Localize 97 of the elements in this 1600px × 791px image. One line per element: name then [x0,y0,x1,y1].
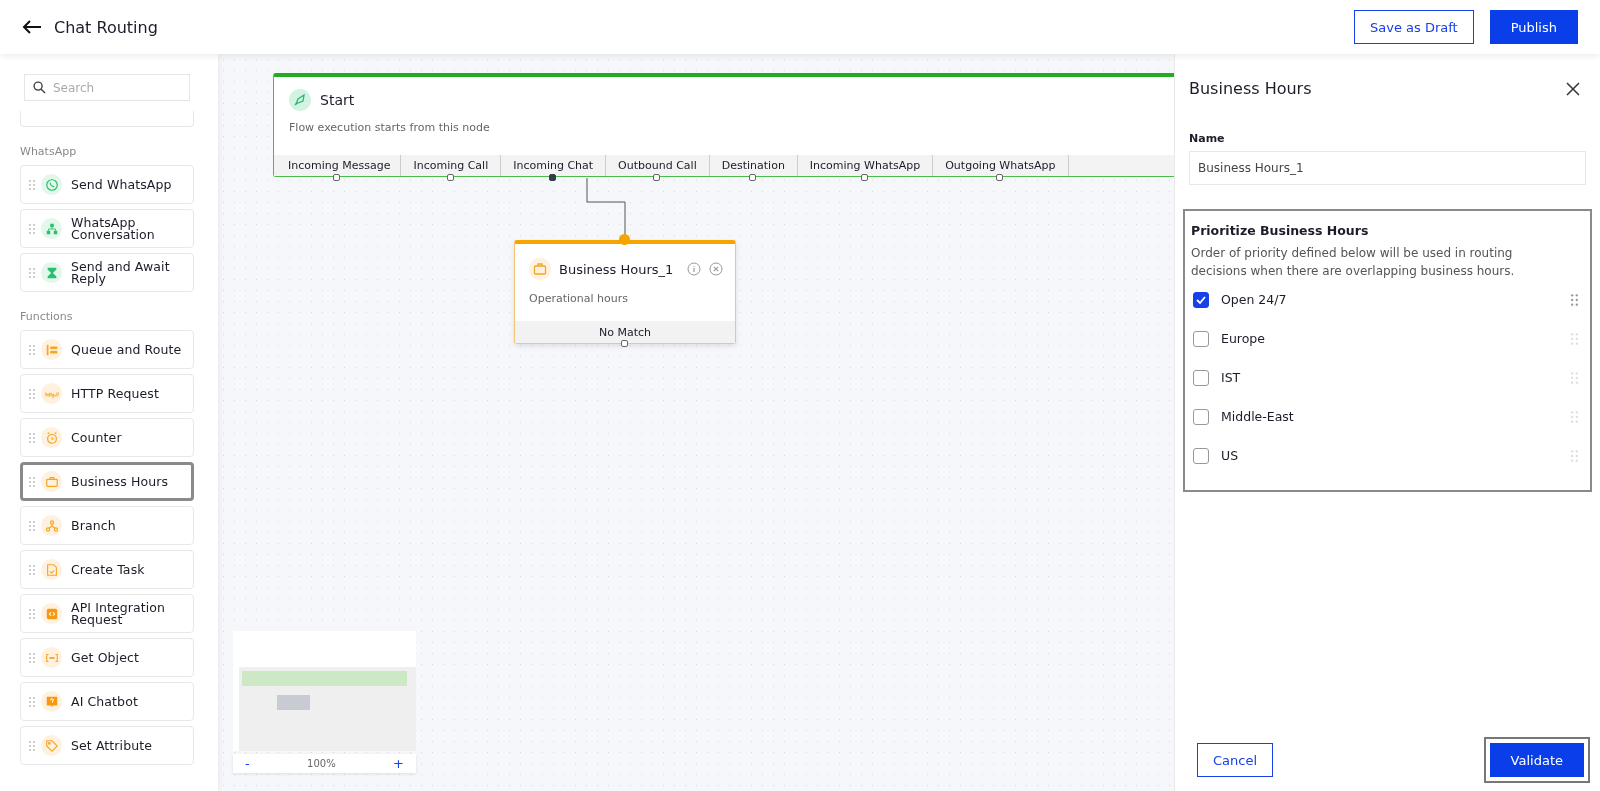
sidebar-item[interactable]: Counter [20,418,194,457]
drag-handle-icon[interactable] [1571,293,1578,306]
info-icon[interactable] [687,262,701,276]
brackets-icon [41,647,62,668]
output-label: Incoming Chat [513,159,594,172]
option-label: Open 24/7 [1221,292,1288,307]
checkbox[interactable] [1193,330,1209,347]
drag-handle-icon [29,608,35,619]
close-icon[interactable] [1566,81,1580,96]
option-label: US [1221,448,1240,463]
option-label: IST [1221,370,1242,385]
sidebar-item[interactable]: Set Attribute [20,726,194,765]
sidebar-item[interactable]: API Integration Request [20,594,194,633]
output-port[interactable] [446,174,454,181]
node-title: Start [320,92,355,108]
sidebar-item[interactable]: Send and Await Reply [20,253,194,292]
input-port[interactable] [619,234,630,245]
drag-handle-icon [29,388,35,399]
queue-icon [41,339,62,360]
zoom-out-button[interactable]: - [243,757,252,770]
sidebar-item[interactable]: AI Chatbot [20,682,194,721]
briefcase-icon [529,258,551,280]
option-label: Europe [1221,331,1266,346]
drag-handle-icon [29,223,35,234]
link-icon [41,383,62,404]
drag-handle-icon [29,432,35,443]
drag-handle-icon [29,476,35,487]
checkbox[interactable] [1193,369,1209,386]
zoom-in-button[interactable]: + [391,757,406,770]
drag-handle-icon[interactable] [1571,332,1578,345]
output-label: Incoming Message [288,159,391,172]
sidebar-item[interactable]: Business Hours [20,462,194,501]
node-description: Flow execution starts from this node [288,120,491,134]
node-description: Operational hours [528,291,629,305]
panel-title: Business Hours [1189,79,1312,98]
search-field[interactable]: Search [24,74,190,101]
publish-button[interactable]: Publish [1489,10,1578,44]
output-label: Incoming WhatsApp [809,159,921,172]
drag-handle-icon[interactable] [1571,449,1578,462]
document-check-icon [41,559,62,580]
tag-icon [41,735,62,756]
drag-handle-icon [29,740,35,751]
checkbox[interactable] [1193,447,1209,464]
output-port[interactable] [861,174,869,181]
back-arrow-icon[interactable] [22,19,42,35]
drag-handle-icon [29,179,35,190]
sidebar-item[interactable]: Create Task [20,550,194,589]
section-label: Functions [20,310,74,323]
draft-button[interactable]: Save as Draft [1353,10,1474,44]
business-hours-node[interactable]: Business Hours_1 Operational hours No Match [514,240,736,344]
alarm-clock-icon [41,427,62,448]
output-port[interactable] [653,174,661,181]
code-icon [41,603,62,624]
output-label: Outbound Call [618,159,697,172]
output-label: Destination [721,159,785,172]
page-title: Chat Routing [54,17,158,37]
question-bubble-icon [41,691,62,712]
rocket-icon [289,89,311,111]
cancel-button[interactable]: Cancel [1197,743,1274,777]
name-field[interactable]: Business Hours_1 [1189,151,1586,185]
sidebar-item[interactable]: WhatsApp Conversation [20,209,194,248]
section-description: Order of priority defined below will be used in routing decisions when there are overlapping business hours. [1191,245,1516,280]
hierarchy-icon [41,218,62,239]
option-label: Middle-East [1221,409,1295,424]
drag-handle-icon [29,564,35,575]
briefcase-icon [41,471,62,492]
sidebar-item[interactable]: Queue and Route [20,330,194,369]
output-port[interactable] [996,174,1004,181]
minimap[interactable] [233,631,416,751]
branch-icon [41,515,62,536]
checkbox[interactable] [1193,291,1209,308]
drag-handle-icon[interactable] [1571,371,1578,384]
checkbox[interactable] [1193,408,1209,425]
drag-handle-icon [29,652,35,663]
field-label: Name [1189,132,1226,145]
sidebar-item[interactable]: Send WhatsApp [20,165,194,204]
sidebar-item[interactable]: Branch [20,506,194,545]
output-label: Outgoing WhatsApp [945,159,1056,172]
hourglass-icon [41,262,62,283]
drag-handle-icon [29,696,35,707]
search-icon [33,81,46,94]
drag-handle-icon [29,344,35,355]
section-label: WhatsApp [20,145,78,158]
output-port[interactable] [549,174,557,181]
node-title: Business Hours_1 [559,261,675,277]
sidebar-item[interactable]: Get Object [20,638,194,677]
drag-handle-icon[interactable] [1571,410,1578,423]
drag-handle-icon [29,267,35,278]
output-label: No Match [515,321,735,343]
chat-bubble-icon [41,174,62,195]
drag-handle-icon [29,520,35,531]
zoom-level: 100% [307,758,336,769]
output-port[interactable] [333,174,341,181]
output-port[interactable] [749,174,757,181]
output-label: Incoming Call [413,159,489,172]
section-title: Prioritize Business Hours [1191,223,1370,238]
sidebar-item[interactable]: HTTP Request [20,374,194,413]
